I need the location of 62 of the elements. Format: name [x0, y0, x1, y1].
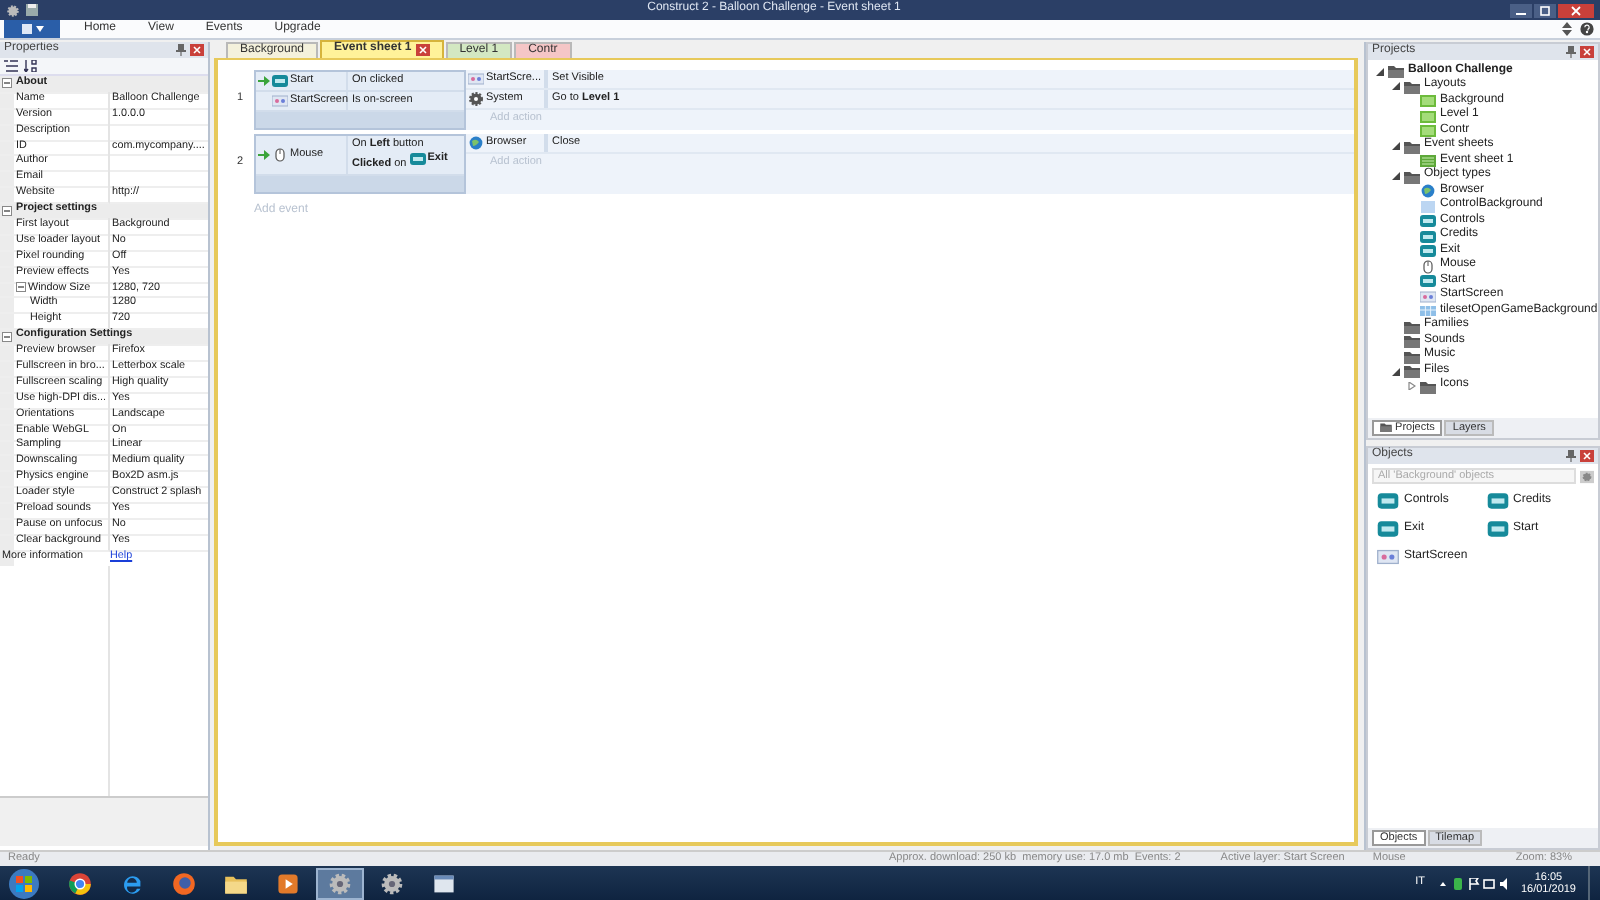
globe-icon: [468, 136, 484, 150]
collapse-icon[interactable]: [2, 205, 12, 216]
window-icon: [432, 871, 456, 895]
pin-icon[interactable]: [176, 44, 186, 56]
collapsed-arrow-icon[interactable]: [1408, 382, 1416, 391]
close-icon[interactable]: [1558, 3, 1594, 17]
caret-icon: [35, 26, 43, 32]
gear-icon: [328, 871, 352, 895]
play-icon: [276, 871, 300, 895]
folder-icon: [224, 871, 248, 895]
expanded-arrow-icon[interactable]: [1392, 142, 1400, 151]
pin-icon[interactable]: [1566, 450, 1576, 462]
globe-icon: [1420, 184, 1436, 199]
sort-icon[interactable]: [1562, 22, 1572, 36]
expanded-arrow-icon[interactable]: [1376, 67, 1384, 76]
settings-icon[interactable]: [1580, 469, 1594, 483]
event-sheet-icon: [1420, 154, 1436, 169]
document-icon: [21, 24, 31, 34]
square-icon: [1420, 199, 1436, 214]
folder-icon: [1404, 169, 1420, 184]
button-object-icon: [272, 74, 288, 88]
folder-icon: [1380, 422, 1392, 433]
help-icon[interactable]: [1580, 22, 1594, 36]
tiled-background-icon: [1420, 304, 1436, 319]
expanded-arrow-icon[interactable]: [1392, 172, 1400, 181]
tray-icons-drawing[interactable]: [1440, 877, 1509, 889]
gear-icon: [380, 871, 404, 895]
button-object-icon: [1485, 492, 1509, 510]
chrome-icon: [68, 871, 92, 895]
close-icon[interactable]: [190, 44, 204, 56]
close-icon[interactable]: [1580, 450, 1594, 462]
minimize-icon[interactable]: [1510, 3, 1532, 17]
expanded-arrow-icon[interactable]: [1392, 367, 1400, 376]
collapse-icon[interactable]: [16, 281, 26, 292]
show-desktop-button[interactable]: [1588, 866, 1596, 900]
close-icon[interactable]: [415, 44, 430, 56]
sprite-object-icon: [1376, 548, 1400, 566]
mouse-icon: [1420, 259, 1436, 274]
gear-icon: [6, 3, 20, 17]
button-object-icon: [409, 152, 426, 166]
taskbar-app[interactable]: [316, 867, 364, 899]
maximize-icon[interactable]: [1534, 3, 1556, 17]
mouse-icon: [272, 148, 288, 162]
collapse-icon[interactable]: [2, 331, 12, 342]
alphabetical-sort-icon[interactable]: [24, 60, 38, 72]
trigger-arrow-icon: [258, 150, 270, 160]
expanded-arrow-icon[interactable]: [1392, 82, 1400, 91]
button-object-icon: [1485, 520, 1509, 538]
firefox-icon: [172, 871, 196, 895]
e-icon: [120, 871, 144, 895]
collapse-icon[interactable]: [2, 78, 12, 89]
pin-icon[interactable]: [1566, 46, 1576, 58]
folder-icon: [1404, 139, 1420, 154]
button-object-icon: [1376, 520, 1400, 538]
app-menu-button[interactable]: [4, 20, 60, 38]
gear-icon: [468, 92, 484, 106]
trigger-arrow-icon: [258, 76, 270, 86]
sprite-object-icon: [1420, 289, 1436, 304]
categorized-icon[interactable]: [4, 60, 18, 72]
button-object-icon: [1376, 492, 1400, 510]
start-icon[interactable]: [8, 867, 40, 899]
close-icon[interactable]: [1580, 46, 1594, 58]
